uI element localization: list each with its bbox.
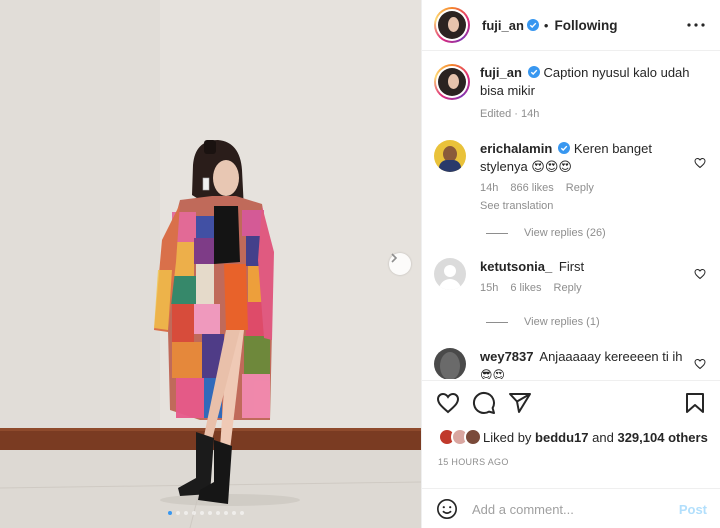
commenter-avatar[interactable] [434, 348, 466, 379]
view-replies-label: View replies (1) [524, 316, 600, 328]
carousel-dot [232, 511, 236, 515]
comment-item: wey7837 Anjaaaaay kereeeen ti ih 😎😍 [434, 348, 710, 379]
post-photo[interactable] [0, 0, 421, 528]
more-options-button[interactable] [684, 13, 708, 37]
likes-summary[interactable]: Liked by beddu17 and 329,104 others [438, 428, 708, 446]
likes-and: and [592, 429, 614, 445]
carousel-dot [192, 511, 196, 515]
save-bookmark-icon[interactable] [683, 391, 707, 415]
comment-composer: Post [422, 488, 720, 528]
commenter-avatar[interactable] [434, 258, 466, 290]
verified-badge-icon [527, 66, 540, 78]
author-username[interactable]: fuji_an [482, 18, 524, 33]
carousel-dot [168, 511, 172, 515]
separator-dot: • [543, 17, 549, 33]
likes-count[interactable]: 329,104 others [617, 430, 707, 445]
carousel-dot [216, 511, 220, 515]
likes-prefix: Liked by [483, 429, 532, 445]
share-send-icon[interactable] [508, 391, 532, 415]
emoji-picker-icon[interactable] [436, 498, 458, 520]
following-button[interactable]: Following [554, 18, 617, 33]
commenter-username[interactable]: wey7837 [480, 349, 534, 364]
author-avatar[interactable] [434, 7, 470, 43]
liker-avatars [438, 428, 482, 446]
see-translation-link[interactable]: See translation [480, 200, 690, 212]
caption-meta: Edited · 14h [480, 108, 540, 120]
caption: fuji_an Caption nyusul kalo udah bisa mi… [434, 64, 710, 120]
post-comment-button[interactable]: Post [679, 502, 707, 517]
comment-bubble-icon[interactable] [472, 391, 496, 415]
carousel-dot [176, 511, 180, 515]
post-actions: Liked by beddu17 and 329,104 others 15 H… [422, 380, 720, 528]
verified-badge-icon [558, 142, 571, 154]
comment-time: 15h [480, 282, 499, 294]
comment-emoji: 😎😍 [480, 368, 506, 379]
post-header: fuji_an • Following [422, 0, 720, 51]
view-replies-button[interactable]: View replies (1) [486, 316, 600, 328]
comments-list[interactable]: fuji_an Caption nyusul kalo udah bisa mi… [422, 52, 720, 379]
comment-item: erichalamin Keren banget stylenya 😍😍😍 14… [434, 140, 710, 212]
carousel-dot [208, 511, 212, 515]
carousel-dot [200, 511, 204, 515]
comment-text: Anjaaaaay kereeeen ti ih [539, 349, 683, 364]
comment-input[interactable] [472, 501, 679, 517]
comment-time: 14h [480, 182, 499, 194]
heart-icon[interactable] [694, 157, 706, 169]
liker-username[interactable]: beddu17 [535, 430, 588, 445]
carousel-dot [240, 511, 244, 515]
view-replies-label: View replies (26) [524, 227, 606, 239]
carousel-dot [224, 511, 228, 515]
caption-avatar[interactable] [434, 64, 470, 100]
reply-button[interactable]: Reply [554, 282, 582, 294]
like-button-heart-icon[interactable] [436, 391, 460, 415]
heart-icon[interactable] [694, 358, 706, 370]
next-photo-button[interactable] [389, 253, 411, 275]
heart-icon[interactable] [694, 268, 706, 280]
comment-item: ketutsonia_ First 15h 6 likes Reply [434, 258, 710, 294]
view-replies-button[interactable]: View replies (26) [486, 227, 606, 239]
caption-username[interactable]: fuji_an [480, 65, 522, 80]
carousel-dot [184, 511, 188, 515]
verified-badge-icon [526, 19, 539, 31]
post-timestamp[interactable]: 15 HOURS AGO [438, 457, 509, 467]
post-side-panel: fuji_an • Following fuji_an Caption nyus… [421, 0, 720, 528]
chevron-right-icon [391, 253, 398, 263]
comment-likes[interactable]: 866 likes [510, 182, 553, 194]
commenter-username[interactable]: erichalamin [480, 141, 552, 156]
commenter-username[interactable]: ketutsonia_ [480, 259, 552, 274]
comment-text: First [558, 259, 585, 274]
photo-illustration [0, 0, 421, 528]
more-horizontal-icon [687, 23, 705, 27]
commenter-avatar[interactable] [434, 140, 466, 172]
comment-likes[interactable]: 6 likes [510, 282, 541, 294]
carousel-indicator [168, 511, 244, 515]
reply-button[interactable]: Reply [566, 182, 594, 194]
